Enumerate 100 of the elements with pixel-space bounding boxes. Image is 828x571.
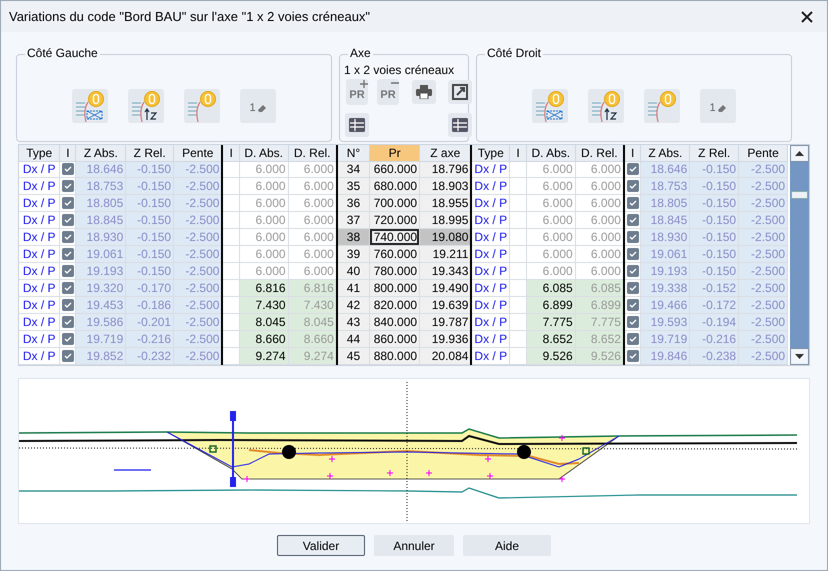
table-cell[interactable]: 860.000	[370, 330, 420, 348]
table-cell[interactable]: 700.000	[370, 194, 420, 212]
scrollbar[interactable]	[790, 145, 809, 365]
column-header[interactable]: D. Abs.	[239, 145, 288, 161]
checkbox[interactable]	[62, 299, 74, 312]
table-button[interactable]	[448, 113, 472, 137]
minus-icon	[391, 82, 399, 84]
checkbox[interactable]	[626, 248, 639, 260]
checkbox[interactable]	[626, 163, 639, 176]
checkbox[interactable]	[62, 316, 74, 328]
table-cell: 18.930	[76, 228, 126, 246]
tool-button[interactable]	[588, 89, 624, 123]
eraser-icon	[256, 103, 267, 113]
table-cell[interactable]: 820.000	[370, 296, 420, 314]
checkbox[interactable]	[626, 316, 639, 328]
eraser-button[interactable]: 1	[240, 89, 276, 123]
checkbox[interactable]	[626, 350, 639, 362]
table-cell: 9.526	[526, 347, 576, 364]
checkbox[interactable]	[626, 231, 639, 244]
checkbox[interactable]	[626, 333, 639, 345]
table-cell: 6.000	[526, 246, 576, 263]
window-title: Variations du code "Bord BAU" sur l'axe "1 x 2 voies créneaux"	[9, 8, 370, 26]
table-cell[interactable]: 740.000	[370, 228, 420, 246]
type-cell: Dx / P	[19, 314, 60, 331]
checkbox[interactable]	[626, 282, 639, 294]
column-header[interactable]: I	[222, 145, 240, 161]
checkbox[interactable]	[62, 197, 74, 210]
scroll-down-button[interactable]	[790, 348, 809, 365]
export-button[interactable]	[448, 80, 472, 104]
check-icon	[64, 166, 72, 172]
table-cell[interactable]: 760.000	[370, 246, 420, 263]
dialog-button[interactable]: Valider	[277, 535, 365, 556]
column-header[interactable]: Type	[19, 145, 60, 161]
table-cell[interactable]: 720.000	[370, 212, 420, 229]
table-cell[interactable]: 880.000	[370, 347, 420, 364]
profile-offset-icon	[74, 90, 106, 122]
checkbox[interactable]	[626, 265, 639, 278]
column-header[interactable]: Type	[471, 145, 510, 161]
scroll-thumb[interactable]	[791, 191, 808, 199]
table-cell: -0.150	[690, 262, 739, 280]
table-cell[interactable]: 780.000	[370, 262, 420, 280]
table-cell[interactable]: 660.000	[370, 161, 420, 178]
column-header[interactable]: Z axe	[420, 145, 472, 161]
checkbox[interactable]	[62, 282, 74, 294]
column-header[interactable]: D. Rel.	[288, 145, 337, 161]
table-cell: 6.000	[526, 161, 576, 178]
table-cell: 6.000	[526, 194, 576, 212]
type-cell: Dx / P	[19, 262, 60, 280]
scroll-up-button[interactable]	[790, 145, 809, 162]
table-cell: -0.186	[126, 296, 174, 314]
dialog-button[interactable]: Aide	[463, 535, 551, 556]
eraser-button[interactable]: 1	[700, 89, 736, 123]
table-cell: -0.232	[126, 347, 174, 364]
type-cell: Dx / P	[19, 178, 60, 195]
checkbox[interactable]	[62, 248, 74, 260]
table-cell[interactable]: 800.000	[370, 280, 420, 297]
print-button[interactable]	[412, 80, 436, 104]
add-pr-button[interactable]: PR	[346, 79, 368, 105]
checkbox[interactable]	[62, 231, 74, 244]
type-cell: Dx / P	[471, 161, 510, 178]
checkbox[interactable]	[626, 299, 639, 312]
table-cell: -2.500	[738, 296, 788, 314]
table-cell: 18.955	[420, 194, 472, 212]
column-header[interactable]: Pr	[370, 145, 420, 161]
table-cell: 19.846	[640, 347, 690, 364]
column-header[interactable]: D. Rel.	[575, 145, 624, 161]
column-header[interactable]: Z Rel.	[690, 145, 739, 161]
column-header[interactable]: D. Abs.	[526, 145, 576, 161]
checkbox[interactable]	[626, 180, 639, 192]
group-title: Côté Droit	[485, 46, 544, 60]
column-header[interactable]: I	[510, 145, 526, 161]
checkbox[interactable]	[626, 197, 639, 210]
table-cell: 6.000	[288, 194, 337, 212]
export-icon	[452, 84, 468, 100]
table-cell: -2.500	[174, 262, 222, 280]
table-cell: 18.805	[640, 194, 690, 212]
checkbox[interactable]	[62, 163, 74, 176]
table-cell[interactable]: 680.000	[370, 178, 420, 195]
tool-button[interactable]	[128, 89, 164, 123]
profile-curve-icon	[186, 90, 218, 122]
checkbox[interactable]	[62, 333, 74, 345]
column-header[interactable]: I	[60, 145, 76, 161]
dialog-button[interactable]: Annuler	[374, 535, 454, 556]
column-header[interactable]: Pente	[738, 145, 788, 161]
table-button[interactable]	[345, 113, 369, 137]
checkbox[interactable]	[62, 265, 74, 278]
column-header[interactable]: N°	[336, 145, 370, 161]
table-cell: 6.816	[288, 280, 337, 297]
column-header[interactable]: Z Abs.	[76, 145, 126, 161]
column-header[interactable]: Pente	[174, 145, 222, 161]
checkbox[interactable]	[62, 350, 74, 362]
checkbox[interactable]	[62, 180, 74, 192]
remove-pr-button[interactable]: PR	[377, 79, 399, 105]
up-arrow-icon	[795, 151, 804, 156]
checkbox[interactable]	[626, 214, 639, 226]
type-cell: Dx / P	[19, 212, 60, 229]
checkbox[interactable]	[62, 214, 74, 226]
table-cell[interactable]: 840.000	[370, 314, 420, 331]
column-header[interactable]: Z Abs.	[640, 145, 690, 161]
column-header[interactable]: Z Rel.	[126, 145, 174, 161]
